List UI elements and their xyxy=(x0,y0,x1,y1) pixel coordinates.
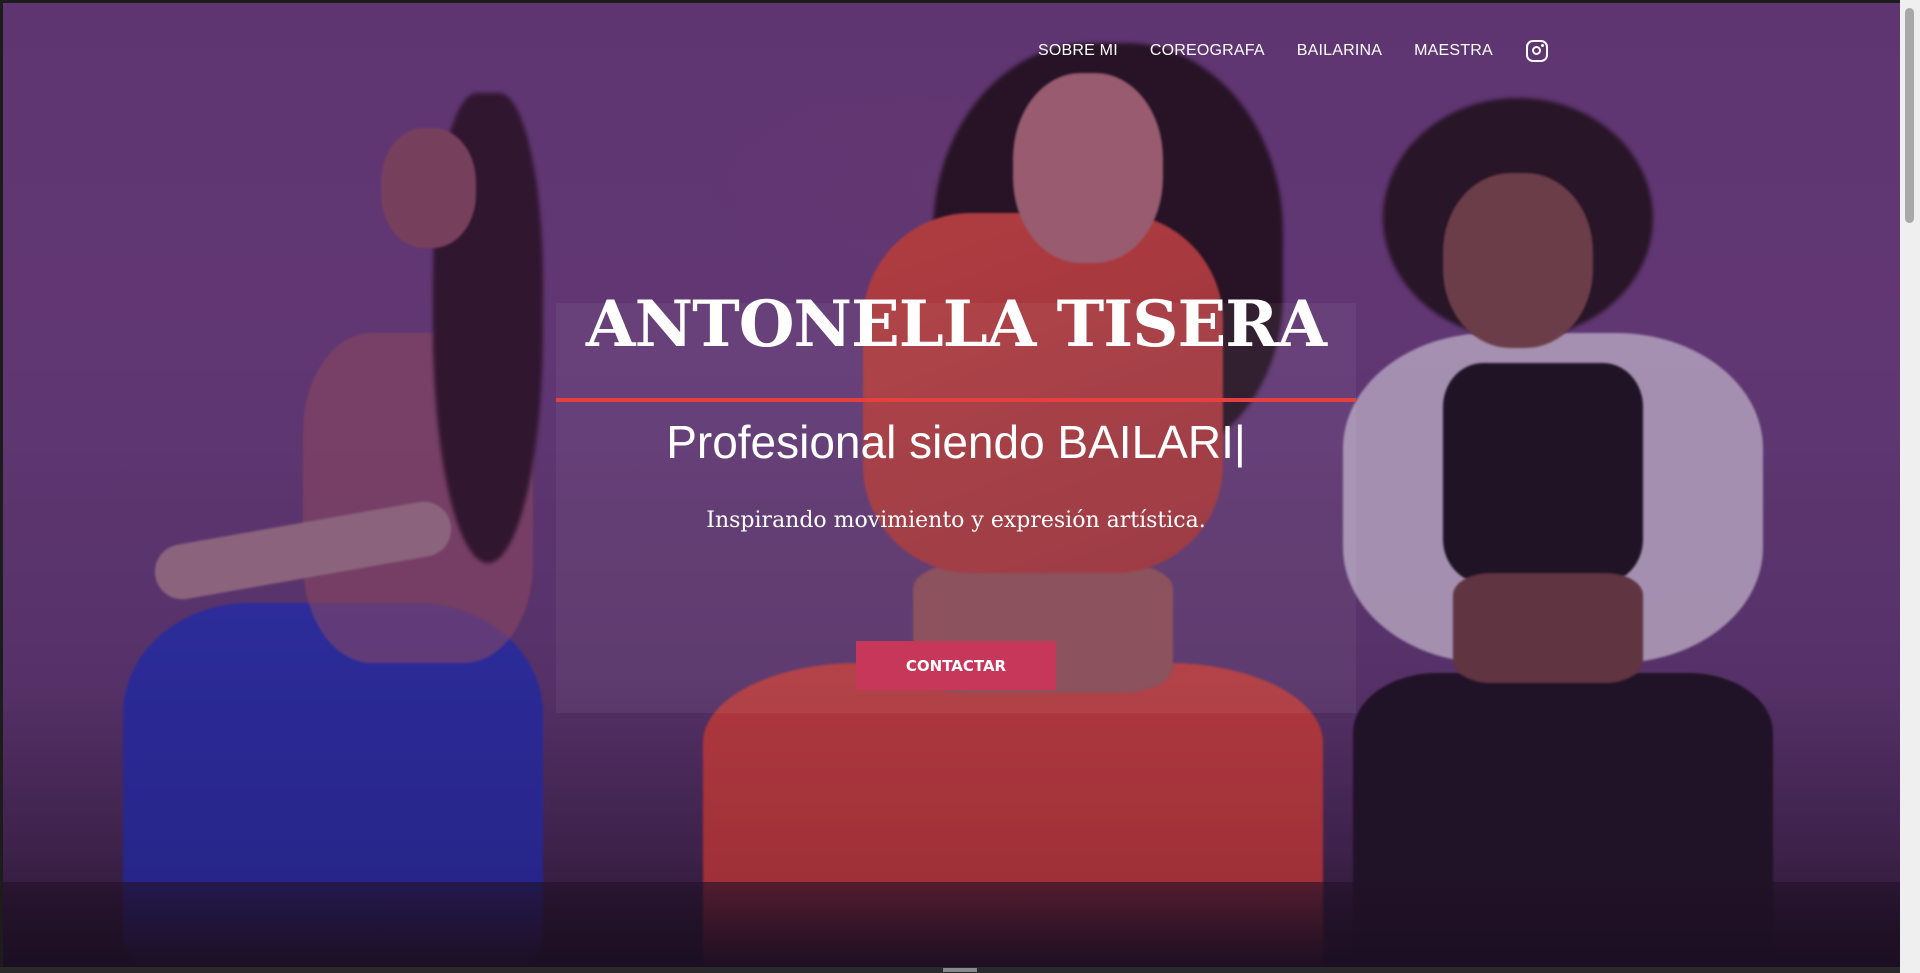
hero-subtitle: Profesional siendo BAILARI| xyxy=(666,416,1246,468)
hero-tagline: Inspirando movimiento y expresión artíst… xyxy=(706,508,1206,533)
nav-link-sobre-mi[interactable]: SOBRE MI xyxy=(1038,42,1118,60)
main-nav: SOBRE MI COREOGRAFA BAILARINA MAESTRA xyxy=(1038,40,1548,62)
scrollbar-grip[interactable] xyxy=(943,968,977,972)
title-divider xyxy=(556,398,1356,402)
nav-link-bailarina[interactable]: BAILARINA xyxy=(1297,42,1382,60)
nav-link-maestra[interactable]: MAESTRA xyxy=(1414,42,1493,60)
hero-title: ANTONELLA TISERA xyxy=(585,287,1327,362)
scrollbar-thumb[interactable] xyxy=(1905,8,1914,223)
hero-background: SOBRE MI COREOGRAFA BAILARINA MAESTRA AN… xyxy=(3,3,1900,967)
nav-link-coreografa[interactable]: COREOGRAFA xyxy=(1150,42,1265,60)
vertical-scrollbar[interactable] xyxy=(1900,0,1920,973)
contact-button[interactable]: CONTACTAR xyxy=(856,641,1056,690)
instagram-icon[interactable] xyxy=(1525,40,1548,62)
